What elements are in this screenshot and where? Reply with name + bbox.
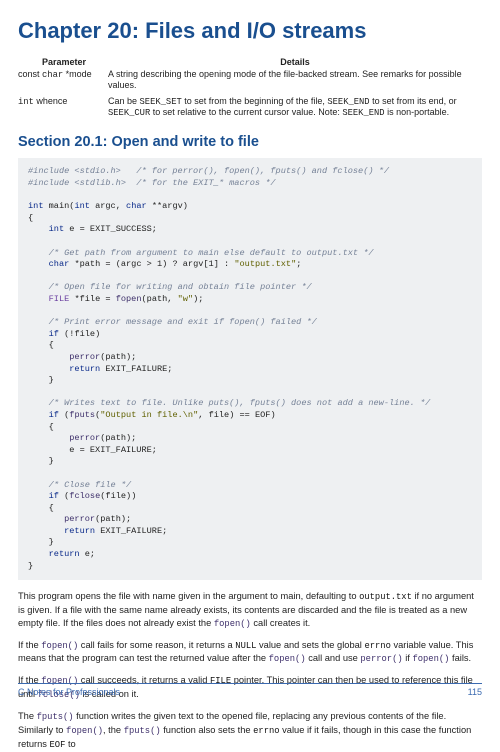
details-cell: Can be SEEK_SET to set from the beginnin… <box>108 95 482 123</box>
details-cell: A string describing the opening mode of … <box>108 68 482 95</box>
table-row: int whence Can be SEEK_SET to set from t… <box>18 95 482 123</box>
chapter-title: Chapter 20: Files and I/O streams <box>18 18 482 44</box>
param-cell: const char *mode <box>18 68 108 95</box>
table-row: const char *mode A string describing the… <box>18 68 482 95</box>
footer-page-number: 115 <box>468 687 482 697</box>
body-paragraph: The fputs() function writes the given te… <box>18 710 482 752</box>
body-paragraph: If the fopen() call fails for some reaso… <box>18 639 482 667</box>
details-header: Details <box>108 56 482 68</box>
parameter-table: Parameter Details const char *mode A str… <box>18 56 482 122</box>
code-block: #include <stdio.h> /* for perror(), fope… <box>18 158 482 580</box>
param-cell: int whence <box>18 95 108 123</box>
param-header: Parameter <box>18 56 108 68</box>
section-title: Section 20.1: Open and write to file <box>18 134 482 150</box>
footer-left: C Notes for Professionals <box>18 687 120 697</box>
body-paragraph: This program opens the file with name gi… <box>18 590 482 630</box>
page-footer: C Notes for Professionals 115 <box>18 683 482 697</box>
